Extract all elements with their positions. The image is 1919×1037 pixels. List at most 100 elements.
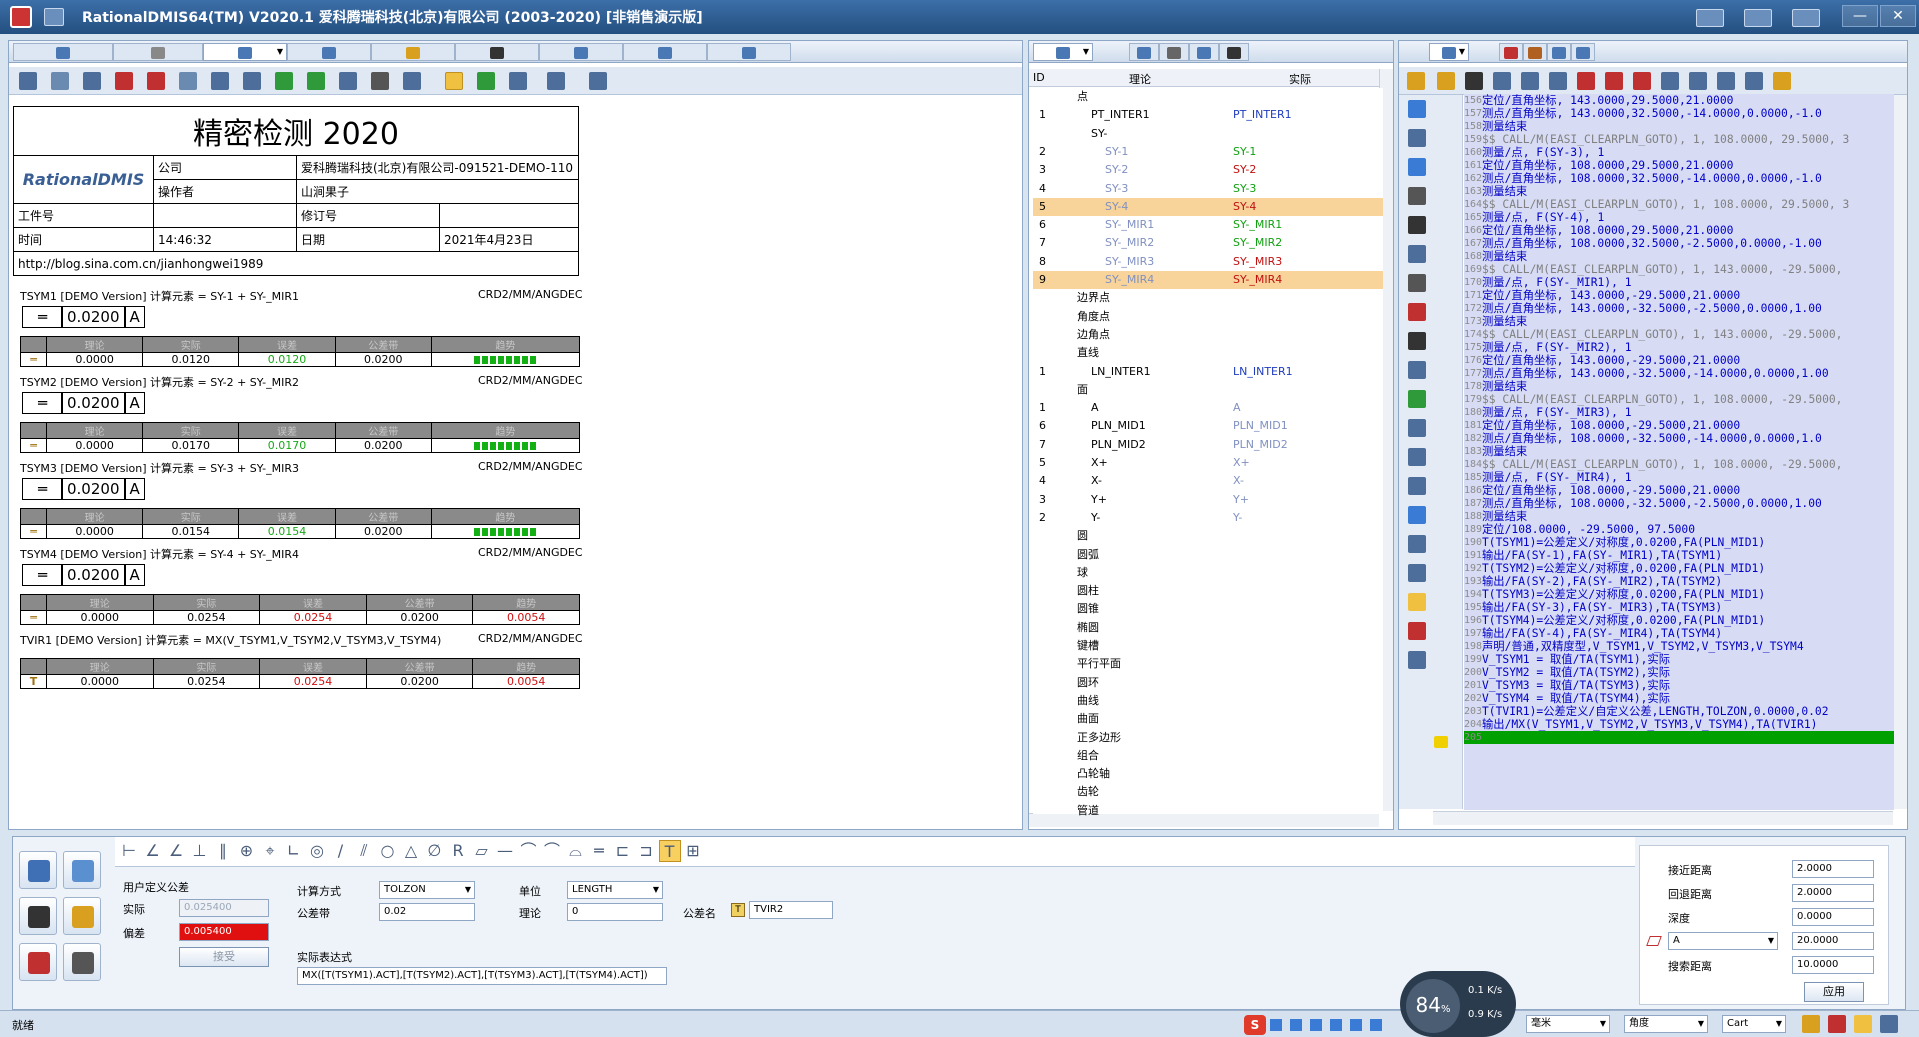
expr-field[interactable]: MX([T(TSYM1).ACT],[T(TSYM2).ACT],[T(TSYM…: [297, 967, 667, 985]
code-line[interactable]: 202 V_TSYM4 = 取值/TA(TSYM4),实际: [1464, 692, 1894, 705]
machine-icon[interactable]: [63, 943, 101, 981]
tolerance-symbol-icon[interactable]: ○: [377, 840, 399, 862]
tree-row[interactable]: 直线: [1033, 344, 1383, 362]
tab-2[interactable]: [113, 43, 203, 61]
code-line[interactable]: 174 $$ CALL/M(EASI_CLEARPLN_GOTO), 1, 143…: [1464, 328, 1894, 341]
tolerance-symbol-icon[interactable]: ∥: [212, 840, 234, 862]
tree-row[interactable]: 1 PT_INTER1 PT_INTER1: [1033, 106, 1383, 124]
tolname-field[interactable]: TVIR2: [749, 901, 833, 919]
layout3-icon[interactable]: [1792, 9, 1820, 27]
tolerance-symbol-icon[interactable]: ◎: [306, 840, 328, 862]
tab-6[interactable]: [455, 43, 539, 61]
code-line[interactable]: 185 测量/点, F(SY-_MIR4), 1: [1464, 471, 1894, 484]
status-icon-2[interactable]: [1828, 1015, 1846, 1033]
tree-row[interactable]: 齿轮: [1033, 783, 1383, 801]
clear-icon[interactable]: [1633, 72, 1651, 90]
tolerance-symbol-icon[interactable]: ∠: [165, 840, 187, 862]
tree-row[interactable]: 点: [1033, 88, 1383, 106]
save-program-icon[interactable]: [1465, 72, 1483, 90]
ime-s-icon[interactable]: S: [1244, 1015, 1266, 1035]
copy-icon[interactable]: [179, 72, 197, 90]
open-folder-icon[interactable]: [1437, 72, 1455, 90]
code-line[interactable]: 165 测量/点, F(SY-4), 1: [1464, 211, 1894, 224]
tab-7[interactable]: [539, 43, 623, 61]
apply-button[interactable]: 应用: [1804, 982, 1864, 1002]
tree-row[interactable]: 1 LN_INTER1 LN_INTER1: [1033, 363, 1383, 381]
tab-tree-5[interactable]: [1219, 43, 1249, 61]
tree-row[interactable]: 9 SY-_MIR4 SY-_MIR4: [1033, 271, 1383, 289]
tolerance-symbol-icon[interactable]: ⌓: [565, 840, 587, 862]
tolerance-symbol-icon[interactable]: ⊐: [635, 840, 657, 862]
code-line[interactable]: 156 定位/直角坐标, 143.0000,29.5000,21.0000: [1464, 94, 1894, 107]
code-line[interactable]: 160 测量/点, F(SY-3), 1: [1464, 146, 1894, 159]
code-line[interactable]: 200 V_TSYM2 = 取值/TA(TSYM2),实际: [1464, 666, 1894, 679]
side-tool-icon[interactable]: [1408, 332, 1426, 350]
graph-icon[interactable]: [477, 72, 495, 90]
side-tool-icon[interactable]: [1408, 506, 1426, 524]
side-tool-icon[interactable]: [1408, 245, 1426, 263]
tree-row[interactable]: 圆弧: [1033, 546, 1383, 564]
tab-4[interactable]: [287, 43, 371, 61]
tab-prog-5[interactable]: [1571, 43, 1595, 61]
tab-prog-2[interactable]: [1499, 43, 1523, 61]
code-line[interactable]: 167 测点/直角坐标, 108.0000,32.5000,-2.5000,0.…: [1464, 237, 1894, 250]
code-line[interactable]: 203 T(TVIR1)=公差定义/自定义公差,LENGTH,TOLZON,0.0…: [1464, 705, 1894, 718]
tree-row[interactable]: 圆: [1033, 527, 1383, 545]
template-icon[interactable]: [211, 72, 229, 90]
settings-icon[interactable]: [509, 72, 527, 90]
side-tool-icon[interactable]: [1408, 419, 1426, 437]
code-line[interactable]: 198 声明/普通,双精度型,V_TSYM1,V_TSYM2,V_TSYM3,V_…: [1464, 640, 1894, 653]
tab-tree-4[interactable]: [1189, 43, 1219, 61]
tree-row[interactable]: 4 SY-3 SY-3: [1033, 180, 1383, 198]
side-tool-icon[interactable]: [1408, 390, 1426, 408]
code-line[interactable]: 169 $$ CALL/M(EASI_CLEARPLN_GOTO), 1, 143…: [1464, 263, 1894, 276]
code-line[interactable]: 181 定位/直角坐标, 108.0000,-29.5000,21.0000: [1464, 419, 1894, 432]
code-line[interactable]: 180 测量/点, F(SY-_MIR3), 1: [1464, 406, 1894, 419]
status-icon-4[interactable]: [1880, 1015, 1898, 1033]
code-line[interactable]: 201 V_TSYM3 = 取值/TA(TSYM3),实际: [1464, 679, 1894, 692]
plane-field[interactable]: 20.0000: [1792, 932, 1874, 950]
code-line[interactable]: 176 定位/直角坐标, 143.0000,-29.5000,21.0000: [1464, 354, 1894, 367]
code-line[interactable]: 196 T(TSYM4)=公差定义/对称度,0.0200,FA(PLN_MID1): [1464, 614, 1894, 627]
program-editor[interactable]: 156 定位/直角坐标, 143.0000,29.5000,21.0000 157…: [1464, 94, 1894, 810]
tree-row[interactable]: 键槽: [1033, 637, 1383, 655]
code-line[interactable]: 158 测量结束: [1464, 120, 1894, 133]
tree-row[interactable]: 椭圆: [1033, 619, 1383, 637]
tree-row[interactable]: 曲线: [1033, 692, 1383, 710]
code-line[interactable]: 162 测点/直角坐标, 108.0000,32.5000,-14.0000,0…: [1464, 172, 1894, 185]
stop-icon[interactable]: [1577, 72, 1595, 90]
code-line[interactable]: 189 定位/108.0000, -29.5000, 97.5000: [1464, 523, 1894, 536]
tab-tree-2[interactable]: [1129, 43, 1159, 61]
code-line[interactable]: 171 定位/直角坐标, 143.0000,-29.5000,21.0000: [1464, 289, 1894, 302]
code-line[interactable]: 197 输出/FA(SY-4),FA(SY-_MIR4),TA(TSYM4): [1464, 627, 1894, 640]
tree-row[interactable]: 凸轮轴: [1033, 765, 1383, 783]
side-tool-icon[interactable]: [1408, 593, 1426, 611]
tolerance-symbol-icon[interactable]: ∠: [142, 840, 164, 862]
program-hscrollbar[interactable]: [1433, 811, 1893, 825]
nominal-field[interactable]: 0: [567, 903, 663, 921]
angle-select[interactable]: 角度: [1624, 1015, 1708, 1033]
tolerance-symbol-icon[interactable]: ⫽: [353, 840, 375, 862]
code-line[interactable]: 195 输出/FA(SY-3),FA(SY-_MIR3),TA(TSYM3): [1464, 601, 1894, 614]
code-line[interactable]: 204 输出/MX(V_TSYM1,V_TSYM2,V_TSYM3,V_TSYM4…: [1464, 718, 1894, 731]
tab-program[interactable]: [1429, 43, 1469, 61]
side-tool-icon[interactable]: [1408, 535, 1426, 553]
tab-9[interactable]: [707, 43, 791, 61]
code-line[interactable]: 186 定位/直角坐标, 108.0000,-29.5000,21.0000: [1464, 484, 1894, 497]
code-line[interactable]: 157 测点/直角坐标, 143.0000,32.5000,-14.0000,0…: [1464, 107, 1894, 120]
tree-row[interactable]: 正多边形: [1033, 729, 1383, 747]
insert-icon[interactable]: [1661, 72, 1679, 90]
tab-8[interactable]: [623, 43, 707, 61]
tolerance-symbol-icon[interactable]: ⊞: [682, 840, 704, 862]
side-tool-icon[interactable]: [1408, 100, 1426, 118]
code-line[interactable]: 183 测量结束: [1464, 445, 1894, 458]
code-line[interactable]: 193 输出/FA(SY-2),FA(SY-_MIR2),TA(TSYM2): [1464, 575, 1894, 588]
code-line[interactable]: 191 输出/FA(SY-1),FA(SY-_MIR1),TA(TSYM1): [1464, 549, 1894, 562]
tree-row[interactable]: 3 SY-2 SY-2: [1033, 161, 1383, 179]
refresh-icon[interactable]: [307, 72, 325, 90]
coord-select[interactable]: Cart: [1722, 1015, 1786, 1033]
layout-icon[interactable]: [589, 72, 607, 90]
tolzone-field[interactable]: 0.02: [379, 903, 475, 921]
tolerance-symbol-icon[interactable]: T: [658, 840, 681, 862]
tree-row[interactable]: SY-: [1033, 125, 1383, 143]
